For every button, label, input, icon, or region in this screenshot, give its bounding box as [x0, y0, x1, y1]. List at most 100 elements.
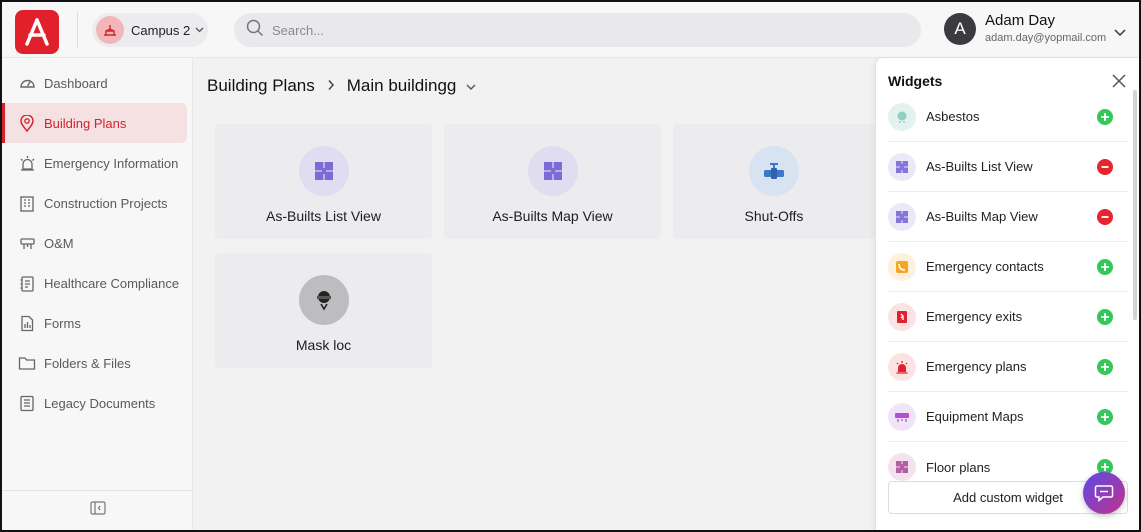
- sidebar-item-label: Folders & Files: [44, 355, 131, 371]
- card-title: As-Builts List View: [266, 208, 381, 224]
- sidebar-item-legacy-documents[interactable]: Legacy Documents: [2, 383, 187, 423]
- header-divider: [77, 12, 78, 48]
- user-menu[interactable]: A Adam Day adam.day@yopmail.com: [944, 12, 1106, 45]
- widget-label: As-Builts Map View: [926, 209, 1038, 224]
- exit-icon: [888, 302, 916, 331]
- building-icon: [18, 194, 36, 212]
- card-as-builts-list-view[interactable]: As-Builts List View: [215, 124, 432, 239]
- sidebar-collapse-icon: [89, 501, 106, 520]
- collapse-sidebar-button[interactable]: [2, 490, 193, 530]
- sidebar-item-construction-projects[interactable]: Construction Projects: [2, 183, 187, 223]
- breadcrumb: Building Plans Main buildingg: [207, 76, 476, 96]
- alarm-icon: [888, 352, 916, 381]
- add-widget-button[interactable]: [1097, 359, 1113, 375]
- avatar: A: [944, 12, 976, 45]
- widget-label: Asbestos: [926, 109, 980, 124]
- widget-row-equipment-maps[interactable]: Equipment Maps: [888, 392, 1128, 442]
- sidebar-item-label: Legacy Documents: [44, 395, 156, 411]
- search-input[interactable]: [272, 22, 872, 38]
- floorplan-icon: [888, 453, 916, 481]
- card-shut-offs[interactable]: Shut-Offs: [673, 124, 875, 239]
- campus-label: Campus 2: [131, 22, 191, 38]
- card-as-builts-map-view[interactable]: As-Builts Map View: [444, 124, 661, 239]
- plus-icon: [1101, 463, 1109, 471]
- add-widget-button[interactable]: [1097, 409, 1113, 425]
- sidebar-item-om[interactable]: O&M: [2, 223, 187, 263]
- sidebar-item-label: Healthcare Compliance: [44, 275, 180, 291]
- widget-row-as-builts-list-view[interactable]: As-Builts List View: [888, 142, 1128, 192]
- sidebar-item-forms[interactable]: Forms: [2, 303, 187, 343]
- documents-icon: [18, 394, 36, 412]
- sidebar-item-label: Building Plans: [44, 115, 127, 131]
- widgets-title: Widgets: [888, 73, 943, 89]
- search-bar[interactable]: [234, 13, 921, 47]
- folder-icon: [18, 354, 36, 372]
- siren-icon: [18, 154, 36, 172]
- sidebar-item-label: Dashboard: [44, 75, 108, 91]
- breadcrumb-root[interactable]: Building Plans: [207, 76, 315, 96]
- plus-icon: [1101, 363, 1109, 371]
- campus-icon: [96, 16, 124, 44]
- sidebar-item-dashboard[interactable]: Dashboard: [2, 63, 187, 103]
- user-email: adam.day@yopmail.com: [985, 32, 1107, 44]
- add-widget-button[interactable]: [1097, 259, 1113, 275]
- asbestos-icon: [888, 102, 916, 131]
- add-widget-button[interactable]: [1097, 109, 1113, 125]
- gauge-icon: [18, 74, 36, 92]
- chat-button[interactable]: [1083, 472, 1125, 514]
- breadcrumb-current[interactable]: Main buildingg: [347, 76, 457, 96]
- chevron-down-icon: [195, 25, 204, 36]
- plus-icon: [1101, 413, 1109, 421]
- widget-label: Emergency contacts: [926, 259, 1044, 274]
- mask-icon: [298, 275, 349, 325]
- wrench-icon: [18, 234, 36, 252]
- equipment-icon: [888, 402, 916, 431]
- widgets-scrollbar[interactable]: [1133, 90, 1137, 320]
- app-logo[interactable]: [15, 10, 59, 54]
- user-name: Adam Day: [985, 12, 1056, 29]
- sidebar-item-folders-files[interactable]: Folders & Files: [2, 343, 187, 383]
- sidebar-item-emergency-information[interactable]: Emergency Information: [2, 143, 187, 183]
- add-widget-button[interactable]: [1097, 309, 1113, 325]
- building-chevron-down-icon[interactable]: [466, 76, 476, 96]
- form-icon: [18, 314, 36, 332]
- sidebar-item-healthcare-compliance[interactable]: Healthcare Compliance: [2, 263, 187, 303]
- remove-widget-button[interactable]: [1097, 209, 1113, 225]
- user-info: Adam Day adam.day@yopmail.com: [985, 12, 1106, 45]
- floorplan-icon: [298, 146, 349, 196]
- floorplan-icon: [527, 146, 578, 196]
- chat-icon: [1094, 485, 1114, 502]
- valve-icon: [749, 146, 799, 196]
- widget-row-emergency-exits[interactable]: Emergency exits: [888, 292, 1128, 342]
- remove-widget-button[interactable]: [1097, 159, 1113, 175]
- widget-row-emergency-contacts[interactable]: Emergency contacts: [888, 242, 1128, 292]
- sidebar-item-label: Construction Projects: [44, 195, 168, 211]
- sidebar: Dashboard Building Plans Emergency Infor…: [2, 58, 193, 530]
- plus-icon: [1101, 263, 1109, 271]
- plus-icon: [1101, 113, 1109, 121]
- phone-icon: [888, 252, 916, 281]
- widget-label: Emergency exits: [926, 309, 1023, 324]
- floorplan-icon: [888, 152, 916, 181]
- search-icon: [246, 19, 264, 42]
- sidebar-item-label: Forms: [44, 315, 81, 331]
- widget-row-as-builts-map-view[interactable]: As-Builts Map View: [888, 192, 1128, 242]
- widgets-panel: Widgets Asbestos As-Builts List View As-…: [875, 58, 1139, 530]
- chevron-right-icon: [327, 78, 335, 95]
- location-pin-icon: [18, 114, 36, 132]
- widget-row-emergency-plans[interactable]: Emergency plans: [888, 342, 1128, 392]
- sidebar-item-building-plans[interactable]: Building Plans: [2, 103, 187, 143]
- clipboard-icon: [18, 274, 36, 292]
- plus-icon: [1101, 313, 1109, 321]
- widget-row-asbestos[interactable]: Asbestos: [888, 92, 1128, 142]
- user-chevron-down-icon[interactable]: [1114, 24, 1126, 42]
- minus-icon: [1101, 216, 1109, 218]
- card-title: Mask loc: [295, 337, 352, 353]
- minus-icon: [1101, 166, 1109, 168]
- top-header: Campus 2 A Adam Day adam.day@yopmail.com: [2, 2, 1139, 58]
- widget-label: Emergency plans: [926, 359, 1027, 374]
- campus-selector[interactable]: Campus 2: [92, 13, 208, 47]
- floorplan-icon: [888, 202, 916, 231]
- card-mask-loc[interactable]: Mask loc: [215, 253, 432, 368]
- close-icon[interactable]: [1112, 74, 1126, 93]
